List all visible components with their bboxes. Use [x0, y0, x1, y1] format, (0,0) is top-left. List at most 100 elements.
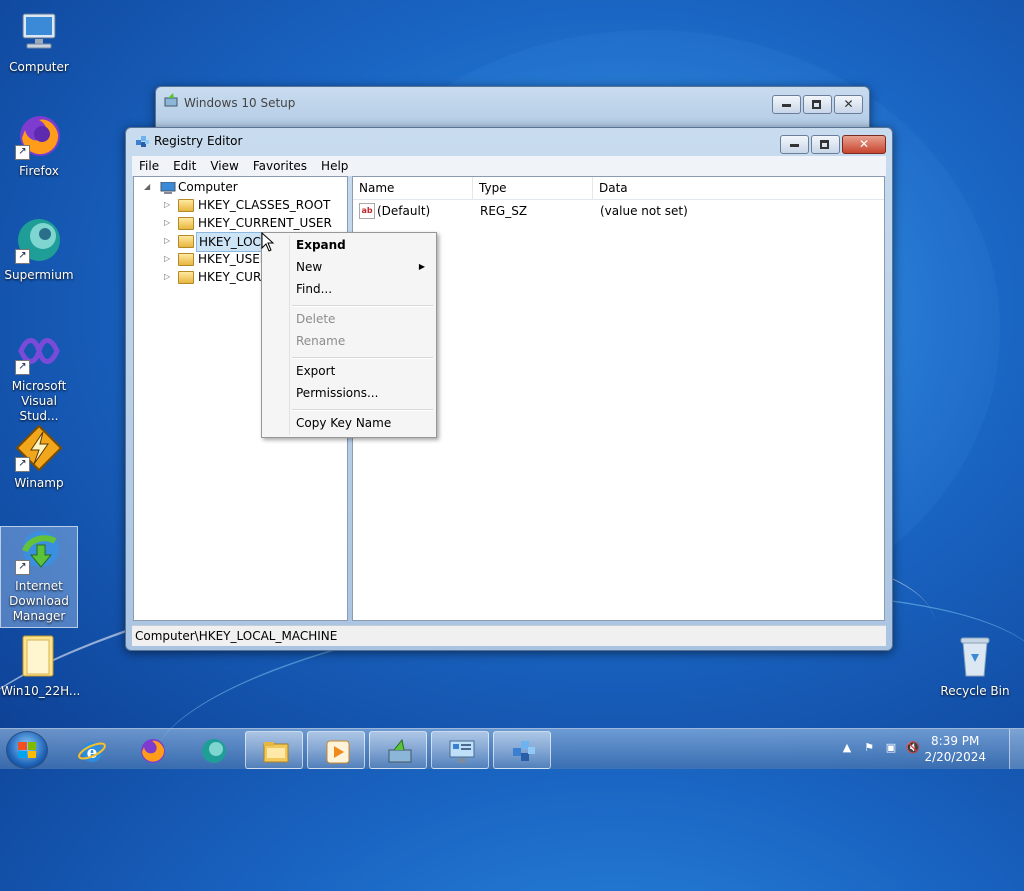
- menu-item-find[interactable]: Find...: [265, 278, 433, 300]
- taskbar-file-explorer[interactable]: [245, 731, 303, 769]
- minimize-icon: [790, 144, 799, 147]
- file-explorer-icon: [262, 738, 289, 763]
- menu-file[interactable]: File: [132, 159, 166, 173]
- menu-separator: [292, 409, 433, 411]
- shortcut-arrow-icon: ↗: [15, 457, 30, 472]
- context-menu: Expand New ▶ Find... Delete Rename Expor…: [261, 232, 437, 438]
- setup-title: Windows 10 Setup: [184, 96, 296, 110]
- column-header-data[interactable]: Data: [593, 177, 884, 199]
- desktop-icon-label: Supermium: [4, 268, 74, 282]
- regedit-icon: [134, 134, 150, 148]
- clock[interactable]: 8:39 PM 2/20/2024: [924, 733, 986, 765]
- mouse-cursor-icon: [261, 231, 275, 252]
- column-header-row: Name Type Data: [353, 177, 884, 200]
- show-hidden-icons-icon[interactable]: ▲: [840, 741, 854, 755]
- media-player-icon: [324, 738, 350, 764]
- tree-label: Computer: [178, 180, 238, 194]
- close-icon: ✕: [843, 97, 854, 111]
- system-tray: ▲ ⚑ ▣ 🔇 8:39 PM 2/20/2024: [834, 729, 1024, 769]
- minimize-button[interactable]: [772, 95, 801, 114]
- menu-help[interactable]: Help: [314, 159, 355, 173]
- firefox-icon: ↗: [15, 112, 63, 160]
- menu-item-permissions[interactable]: Permissions...: [265, 382, 433, 404]
- expand-arrow-icon[interactable]: ▷: [164, 250, 172, 268]
- menu-edit[interactable]: Edit: [166, 159, 203, 173]
- menu-separator: [292, 357, 433, 359]
- submenu-arrow-icon: ▶: [418, 262, 425, 271]
- expand-arrow-icon[interactable]: ▷: [164, 214, 172, 232]
- network-icon[interactable]: ▣: [884, 741, 898, 755]
- table-row[interactable]: ab (Default) REG_SZ (value not set): [353, 201, 884, 221]
- computer-icon: [15, 8, 63, 56]
- collapse-arrow-icon[interactable]: ◢: [144, 178, 152, 196]
- value-name: (Default): [377, 204, 431, 218]
- computer-small-icon: [160, 181, 176, 194]
- value-data: (value not set): [600, 204, 688, 218]
- menu-item-delete: Delete: [296, 312, 336, 326]
- maximize-icon: [812, 100, 821, 109]
- clock-time: 8:39 PM: [931, 734, 980, 748]
- taskbar-control-panel[interactable]: [431, 731, 489, 769]
- desktop-icon-label: Firefox: [19, 164, 59, 178]
- show-desktop-button[interactable]: [1009, 729, 1024, 769]
- menu-item-new[interactable]: New ▶: [265, 256, 433, 278]
- minimize-icon: [782, 104, 791, 107]
- maximize-button[interactable]: [803, 95, 832, 114]
- tree-item-hkey-classes-root[interactable]: ▷ HKEY_CLASSES_ROOT: [162, 196, 342, 214]
- value-type: REG_SZ: [480, 204, 528, 218]
- recycle-bin-icon: [951, 632, 999, 680]
- desktop-icon-visual-studio[interactable]: ↗ Microsoft Visual Stud...: [1, 327, 77, 424]
- setup-titlebar[interactable]: Windows 10 Setup ✕: [156, 87, 869, 114]
- registry-editor-window[interactable]: Registry Editor ✕ File Edit View Favorit…: [125, 127, 893, 651]
- regedit-titlebar[interactable]: Registry Editor ✕: [126, 128, 892, 154]
- supermium-icon: ↗: [15, 216, 63, 264]
- taskbar-supermium[interactable]: [184, 731, 240, 767]
- desktop-icon-recycle-bin[interactable]: Recycle Bin: [937, 632, 1013, 699]
- action-center-flag-icon[interactable]: ⚑: [862, 741, 876, 755]
- regedit-title: Registry Editor: [154, 134, 243, 148]
- taskbar-internet-explorer[interactable]: e: [62, 731, 118, 767]
- start-button[interactable]: [6, 731, 48, 769]
- desktop-icon-win10-folder[interactable]: Win10_22H...: [1, 632, 81, 699]
- shortcut-arrow-icon: ↗: [15, 249, 30, 264]
- menu-item-copy-key-name[interactable]: Copy Key Name: [265, 412, 433, 434]
- column-header-type[interactable]: Type: [473, 177, 593, 199]
- internet-explorer-icon: e: [78, 737, 106, 763]
- desktop-icon-label: Internet Download Manager: [9, 579, 69, 623]
- menu-item-export[interactable]: Export: [265, 360, 433, 382]
- volume-muted-icon[interactable]: 🔇: [906, 741, 920, 755]
- taskbar-firefox[interactable]: [123, 731, 179, 767]
- menu-favorites[interactable]: Favorites: [246, 159, 314, 173]
- desktop-icon-label: Recycle Bin: [940, 684, 1010, 698]
- desktop-icon-label: Microsoft Visual Stud...: [11, 379, 67, 423]
- expand-arrow-icon[interactable]: ▷: [164, 268, 172, 286]
- folder-icon: [178, 217, 194, 230]
- menu-separator: [292, 305, 433, 307]
- close-button[interactable]: ✕: [834, 95, 863, 114]
- windows-logo-icon: [18, 742, 36, 758]
- tree-item-hkey-current-user[interactable]: ▷ HKEY_CURRENT_USER: [162, 214, 342, 232]
- desktop-icon-winamp[interactable]: ↗ Winamp: [1, 424, 77, 491]
- desktop-icon-computer[interactable]: Computer: [1, 8, 77, 75]
- menu-item-expand[interactable]: Expand: [265, 234, 433, 256]
- taskbar-windows-setup[interactable]: [369, 731, 427, 769]
- expand-arrow-icon[interactable]: ▷: [164, 196, 172, 214]
- taskbar-media-player[interactable]: [307, 731, 365, 769]
- expand-arrow-icon[interactable]: ▷: [164, 232, 172, 250]
- control-panel-icon: [448, 738, 475, 763]
- menu-item-rename: Rename: [296, 334, 346, 348]
- column-header-name[interactable]: Name: [353, 177, 473, 199]
- desktop-icon-label: Win10_22H...: [1, 684, 81, 698]
- tree-label: HKEY_CURR: [198, 270, 270, 284]
- desktop-icon-internet-download-manager[interactable]: ↗ Internet Download Manager: [0, 526, 78, 628]
- maximize-button[interactable]: [811, 135, 840, 154]
- minimize-button[interactable]: [780, 135, 809, 154]
- desktop-icon-supermium[interactable]: ↗ Supermium: [1, 216, 77, 283]
- close-button[interactable]: ✕: [842, 135, 886, 154]
- regedit-icon: [510, 738, 535, 762]
- taskbar-registry-editor[interactable]: [493, 731, 551, 769]
- menu-view[interactable]: View: [203, 159, 245, 173]
- visual-studio-icon: ↗: [15, 327, 63, 375]
- folder-icon: [178, 253, 194, 266]
- desktop-icon-firefox[interactable]: ↗ Firefox: [1, 112, 77, 179]
